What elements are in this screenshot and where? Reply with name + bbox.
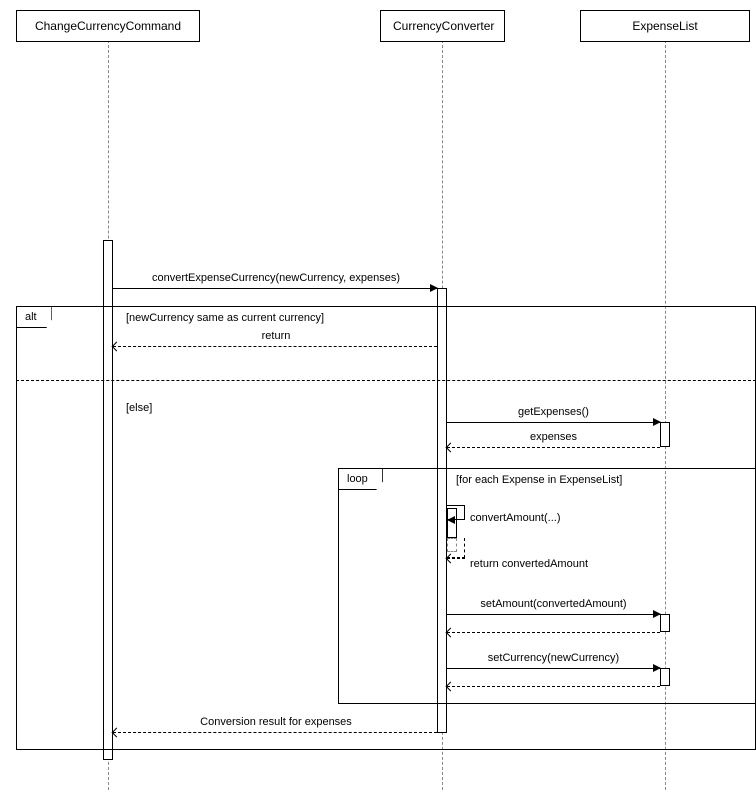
msg-return-1 [113,346,437,347]
msg-convert-expense [113,288,437,289]
participant-label: ChangeCurrencyCommand [35,19,181,33]
guard-same-currency: [newCurrency same as current currency] [126,312,324,324]
activation-p3-2 [660,614,670,632]
participant-change-currency-command: ChangeCurrencyCommand [16,10,200,42]
alt-label: alt [17,307,52,328]
msg-converted-return [447,558,465,559]
guard-loop: [for each Expense in ExpenseList] [456,474,622,486]
msg-set-amount-return [447,632,660,633]
msg-set-currency [447,668,660,669]
sequence-diagram: ChangeCurrencyCommand CurrencyConverter … [10,10,756,801]
msg-label-7: setAmount(convertedAmount) [447,598,660,610]
msg-label-5: convertAmount(...) [470,512,560,524]
participant-expense-list: ExpenseList [580,10,750,42]
msg-label-8: setCurrency(newCurrency) [447,652,660,664]
msg-get-expenses [447,422,660,423]
msg-label-9: Conversion result for expenses [126,716,426,728]
guard-else: [else] [126,402,152,414]
msg-label-6: return convertedAmount [470,558,588,570]
msg-label-4: expenses [447,431,660,443]
msg-conversion-result [113,732,437,733]
msg-label-2: return [126,330,426,342]
msg-convert-amount [447,505,465,520]
msg-label-1: convertExpenseCurrency(newCurrency, expe… [126,272,426,284]
participant-label: CurrencyConverter [393,19,494,33]
participant-currency-converter: CurrencyConverter [380,10,505,42]
participant-label: ExpenseList [632,19,697,33]
activation-p3-3 [660,668,670,686]
msg-label-3: getExpenses() [447,406,660,418]
msg-set-currency-return [447,686,660,687]
msg-expenses-return [447,447,660,448]
alt-divider [16,380,756,381]
loop-label: loop [339,469,383,490]
msg-set-amount [447,614,660,615]
activation-p3-1 [660,422,670,447]
